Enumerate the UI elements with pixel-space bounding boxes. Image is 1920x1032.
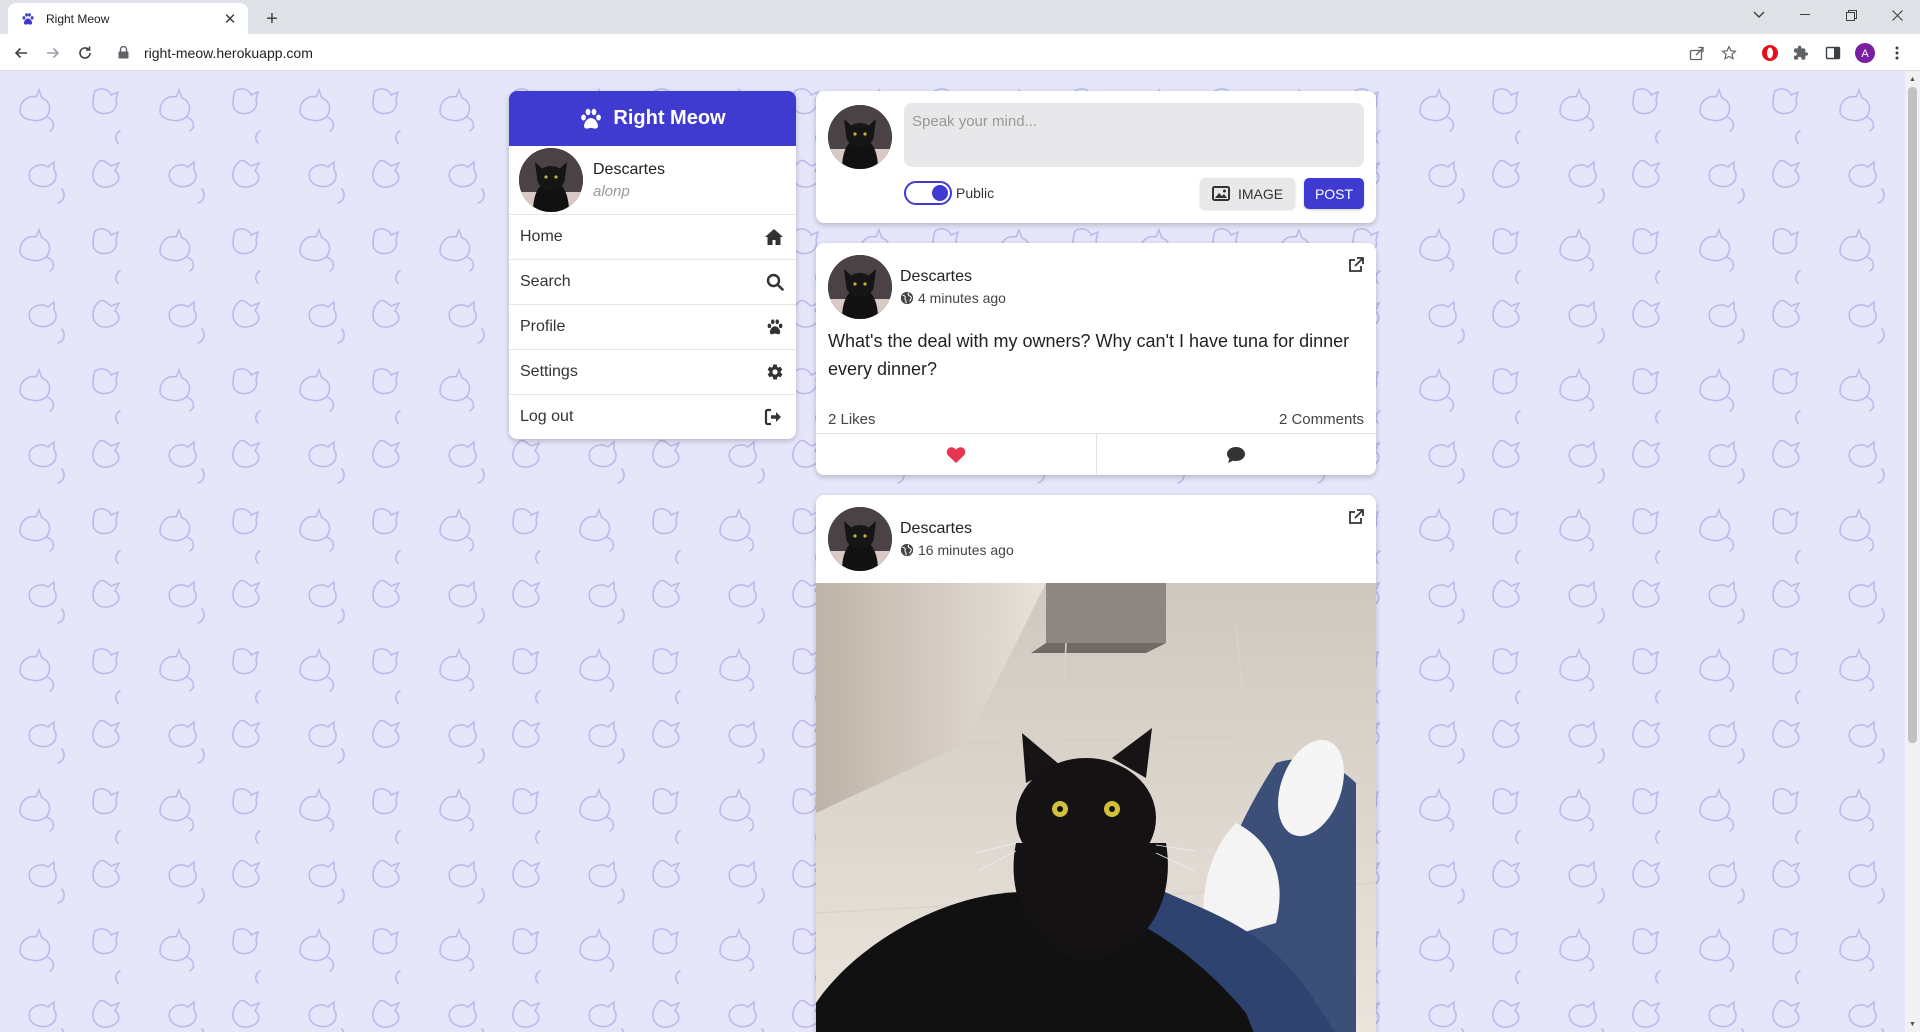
globe-icon [900, 543, 914, 557]
sidebar-item-profile[interactable]: Profile [509, 304, 796, 349]
extensions-puzzle-icon[interactable] [1790, 42, 1812, 64]
sidebar-item-logout[interactable]: Log out [509, 394, 796, 439]
post-time-text: 16 minutes ago [918, 542, 1014, 558]
post-button[interactable]: POST [1304, 178, 1364, 209]
bookmark-star-icon[interactable] [1718, 42, 1740, 64]
post-timestamp: 4 minutes ago [900, 290, 1006, 306]
scroll-up-icon[interactable]: ▲ [1908, 74, 1917, 84]
url-text: right-meow.herokuapp.com [144, 44, 313, 61]
avatar [828, 105, 892, 169]
user-display-name: Descartes [593, 160, 666, 178]
post-photo[interactable] [816, 583, 1376, 1032]
post-text-input[interactable] [904, 103, 1364, 167]
restore-button[interactable] [1828, 0, 1874, 30]
logout-icon [764, 408, 781, 426]
back-button[interactable] [8, 40, 34, 66]
sidebar: Right Meow Descartes alonp Home Search P… [509, 91, 796, 439]
sidebar-item-label: Settings [520, 363, 578, 380]
post-composer: Public IMAGE POST [816, 91, 1376, 223]
tab-title: Right Meow [46, 11, 110, 26]
sidebar-item-label: Profile [520, 318, 566, 335]
image-icon [1211, 186, 1230, 201]
forward-button[interactable] [40, 40, 66, 66]
like-button[interactable] [816, 434, 1096, 475]
lock-icon [118, 46, 132, 60]
brand-name: Right Meow [613, 107, 726, 129]
post-author[interactable]: Descartes [900, 520, 972, 538]
paw-logo-icon [581, 108, 602, 129]
page-viewport: Right Meow Descartes alonp Home Search P… [0, 71, 1920, 1032]
post-card: Descartes 16 minutes ago [816, 495, 1376, 1032]
minimize-button[interactable] [1782, 0, 1828, 30]
sidebar-item-settings[interactable]: Settings [509, 349, 796, 394]
sidebar-item-search[interactable]: Search [509, 259, 796, 304]
comments-count[interactable]: 2 Comments [1279, 411, 1364, 428]
post-timestamp: 16 minutes ago [900, 542, 1014, 558]
profile-initial: A [1861, 48, 1869, 60]
close-window-button[interactable] [1874, 0, 1920, 30]
browser-tab[interactable]: Right Meow ✕ [8, 3, 248, 34]
new-tab-button[interactable]: + [260, 7, 284, 31]
share-icon[interactable] [1686, 42, 1708, 64]
tab-close-icon[interactable]: ✕ [222, 11, 238, 28]
add-image-label: IMAGE [1237, 185, 1284, 202]
heart-icon [946, 446, 965, 463]
paw-favicon-icon [20, 11, 36, 27]
open-post-icon[interactable] [1348, 257, 1364, 278]
side-panel-icon[interactable] [1822, 42, 1844, 64]
post-author[interactable]: Descartes [900, 268, 972, 286]
sidebar-item-label: Log out [520, 408, 574, 425]
post-card: Descartes 4 minutes ago What's the deal … [816, 243, 1376, 475]
public-toggle-label: Public [956, 185, 995, 201]
browser-tabstrip: Right Meow ✕ + [0, 0, 1920, 34]
reload-button[interactable] [72, 40, 98, 66]
scroll-down-icon[interactable]: ▼ [1908, 1019, 1917, 1029]
address-bar[interactable]: right-meow.herokuapp.com [108, 37, 1688, 68]
post-time-text: 4 minutes ago [918, 290, 1006, 306]
avatar [519, 148, 583, 212]
browser-toolbar: right-meow.herokuapp.com A [0, 34, 1920, 71]
browser-menu-icon[interactable] [1886, 42, 1908, 64]
tab-search-icon[interactable] [1736, 0, 1782, 30]
scrollbar-thumb[interactable] [1908, 87, 1917, 743]
comment-button[interactable] [1095, 434, 1377, 475]
globe-icon [900, 291, 914, 305]
open-post-icon[interactable] [1348, 509, 1364, 530]
avatar[interactable] [828, 255, 892, 319]
user-handle: alonp [593, 182, 630, 200]
search-icon [766, 273, 784, 291]
page-scrollbar[interactable]: ▲ ▼ [1905, 71, 1920, 1032]
likes-count[interactable]: 2 Likes [828, 411, 876, 428]
avatar[interactable] [828, 507, 892, 571]
public-toggle[interactable] [904, 181, 952, 205]
home-icon [765, 229, 783, 245]
brand-header[interactable]: Right Meow [509, 91, 796, 146]
sidebar-item-home[interactable]: Home [509, 214, 796, 259]
add-image-button[interactable]: IMAGE [1200, 178, 1295, 209]
paw-icon [767, 319, 783, 335]
opera-extension-icon[interactable] [1759, 42, 1781, 64]
sidebar-item-label: Home [520, 228, 563, 245]
post-text: What's the deal with my owners? Why can'… [828, 331, 1350, 379]
profile-avatar[interactable]: A [1854, 42, 1876, 64]
comment-icon [1227, 446, 1246, 463]
gear-icon [767, 364, 783, 380]
current-user-card[interactable]: Descartes alonp [509, 146, 796, 214]
sidebar-item-label: Search [520, 273, 571, 290]
